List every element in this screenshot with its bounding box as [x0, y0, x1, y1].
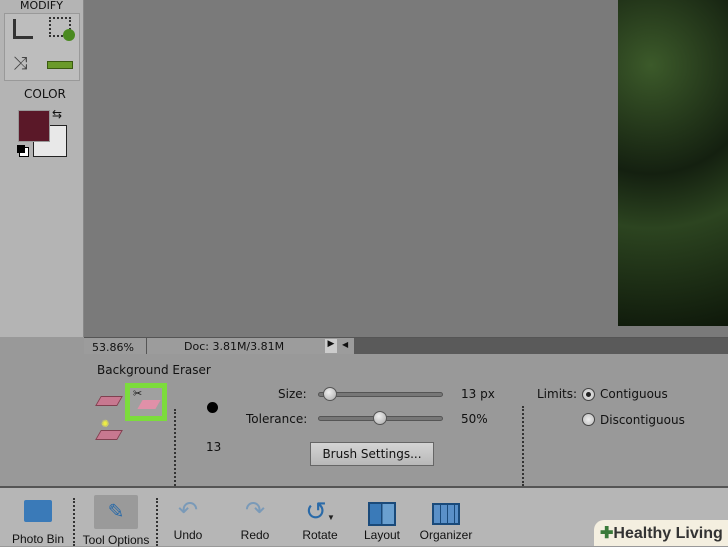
photo-bin-icon — [24, 500, 52, 522]
size-value: 13 px — [461, 387, 495, 401]
recompose-tool-icon[interactable] — [49, 17, 75, 41]
doc-size: Doc: 3.81M/3.81M — [184, 340, 285, 353]
brush-preview-dot — [207, 402, 218, 413]
default-colors-icon[interactable] — [17, 145, 25, 153]
limits-label: Limits: — [537, 387, 578, 401]
tool-name: Background Eraser — [97, 363, 211, 377]
foreground-color-swatch[interactable] — [18, 110, 50, 142]
photo-bin-button[interactable]: Photo Bin — [8, 496, 68, 546]
horizontal-scrollbar[interactable] — [354, 338, 728, 354]
status-bar: 53.86% Doc: 3.81M/3.81M ▶ ◀ — [84, 337, 728, 354]
watermark-logo: ✚Healthy Living — [594, 520, 728, 546]
brush-settings-button[interactable]: Brush Settings... — [310, 442, 434, 466]
color-label: COLOR — [24, 87, 66, 101]
crop-tool-icon[interactable] — [13, 19, 33, 39]
undo-icon: ↶ — [177, 497, 199, 524]
photo-image — [618, 0, 728, 326]
brush-size-preview-label: 13 — [206, 440, 222, 454]
magic-eraser-tool-icon[interactable]: ✺ — [95, 419, 123, 440]
layout-button[interactable]: Layout — [356, 496, 408, 542]
eraser-tool-icon[interactable] — [95, 396, 123, 406]
discontiguous-radio[interactable] — [582, 413, 595, 426]
redo-button[interactable]: ↷ Redo — [230, 496, 280, 542]
scroll-left-icon[interactable]: ◀ — [342, 340, 348, 349]
layout-icon — [368, 502, 396, 526]
tolerance-value: 50% — [461, 412, 488, 426]
modify-label: MODIFY — [20, 0, 63, 12]
rotate-icon: ↺▼ — [305, 496, 335, 526]
tools-panel: MODIFY ⤨ COLOR ⇆ — [0, 0, 84, 337]
scissors-icon: ✂ — [133, 387, 143, 400]
background-eraser-tool-button[interactable]: ✂ — [125, 383, 167, 421]
tolerance-slider[interactable] — [318, 411, 443, 425]
organizer-button[interactable]: Organizer — [414, 496, 478, 542]
undo-button[interactable]: ↶ Undo — [163, 496, 213, 542]
content-aware-move-icon[interactable]: ⤨ — [13, 53, 27, 74]
contiguous-label[interactable]: Contiguous — [600, 387, 668, 401]
contiguous-radio[interactable] — [582, 388, 595, 401]
tolerance-slider-knob[interactable] — [373, 411, 387, 425]
tolerance-label: Tolerance: — [246, 412, 308, 426]
background-eraser-icon — [137, 400, 161, 409]
tool-options-button[interactable]: ✎ Tool Options — [78, 495, 154, 547]
size-slider-knob[interactable] — [323, 387, 337, 401]
modify-tools: ⤨ — [4, 13, 80, 81]
discontiguous-label[interactable]: Discontiguous — [600, 413, 685, 427]
status-menu-arrow-icon[interactable]: ▶ — [325, 339, 337, 353]
tool-options-panel: Background Eraser ✂ ✺ 13 Size: 13 px Tol… — [84, 354, 728, 486]
redo-icon: ↷ — [244, 497, 266, 524]
zoom-level: 53.86% — [92, 341, 134, 354]
size-label: Size: — [278, 387, 307, 401]
taskbar: Photo Bin ✎ Tool Options ↶ Undo ↷ Redo ↺… — [0, 486, 728, 547]
swap-colors-icon[interactable]: ⇆ — [52, 107, 62, 121]
rotate-button[interactable]: ↺▼ Rotate — [294, 496, 346, 542]
organizer-icon — [432, 503, 460, 525]
tool-options-icon: ✎ — [94, 495, 138, 529]
straighten-tool-icon[interactable] — [47, 61, 73, 69]
size-slider[interactable] — [318, 387, 443, 401]
